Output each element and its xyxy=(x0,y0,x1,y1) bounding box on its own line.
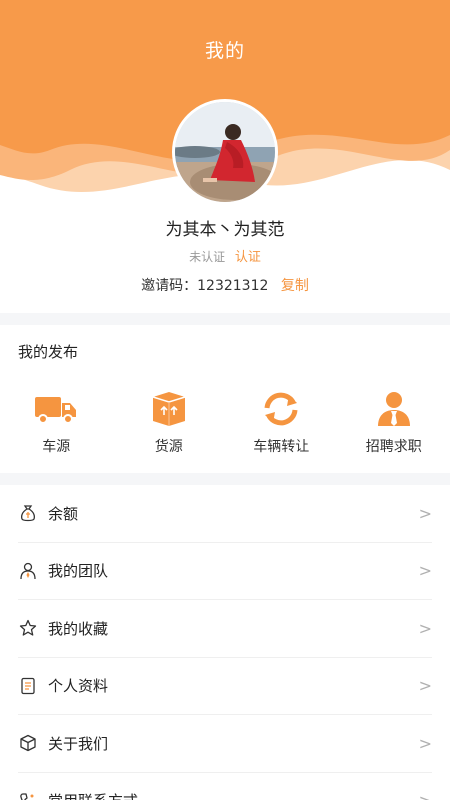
post-item-label: 车源 xyxy=(42,439,71,455)
menu-item-label: 关于我们 xyxy=(48,734,109,753)
transfer-arrows-icon xyxy=(264,392,298,426)
username: 为其本丶为其范 xyxy=(165,220,285,240)
chevron-right-icon: > xyxy=(419,791,432,800)
invite-code-row: 邀请码：12321312 复制 xyxy=(0,275,450,295)
post-item-label: 招聘求职 xyxy=(365,439,422,455)
menu-item-favorites[interactable]: 我的收藏 > xyxy=(18,600,432,658)
avatar[interactable] xyxy=(172,99,278,205)
box-icon xyxy=(18,733,38,753)
menu-item-label: 常用联系方式 xyxy=(48,790,419,800)
chevron-right-icon: > xyxy=(418,503,432,523)
menu-item-about-us[interactable]: 关于我们 > xyxy=(18,715,432,773)
avatar-photo xyxy=(175,102,275,202)
menu-item-label: 余额 xyxy=(48,504,79,523)
chevron-right-icon: > xyxy=(418,676,432,696)
menu-list: 余额 > 我的团队 > 我的收藏 > 个人资料 > 关于我们 > 常用联系方式 … xyxy=(0,485,450,800)
copy-invite-code-button[interactable]: 复制 xyxy=(281,278,309,294)
profile-card: 为其本丶为其范 未认证 认证 邀请码：12321312 复制 xyxy=(0,200,450,313)
phone-icon xyxy=(18,791,38,800)
menu-item-label: 我的团队 xyxy=(48,562,109,581)
menu-item-profile-info[interactable]: 个人资料 > xyxy=(18,658,432,715)
cargo-box-icon xyxy=(152,392,185,426)
money-bag-icon xyxy=(18,503,38,523)
verify-link[interactable]: 认证 xyxy=(235,250,261,265)
chevron-right-icon: > xyxy=(418,733,432,753)
truck-icon xyxy=(35,397,77,424)
my-posts-title: 我的发布 xyxy=(18,343,79,361)
verify-row: 未认证 认证 xyxy=(0,246,450,265)
menu-item-label: 我的收藏 xyxy=(48,619,109,638)
menu-item-contacts[interactable]: 常用联系方式 > xyxy=(18,773,432,800)
recruit-person-icon xyxy=(377,392,410,426)
star-icon xyxy=(18,618,38,638)
my-posts-section: 我的发布 车源 货源 车辆转让 招聘求职 xyxy=(0,325,450,473)
menu-item-my-team[interactable]: 我的团队 > xyxy=(18,543,432,600)
chevron-right-icon: > xyxy=(418,618,432,638)
invite-code-label: 邀请码： xyxy=(141,278,198,294)
verification-status: 未认证 xyxy=(189,250,226,264)
post-item-label: 车辆转让 xyxy=(253,439,310,455)
menu-item-label: 个人资料 xyxy=(48,677,109,696)
post-item-cargo-source[interactable]: 货源 xyxy=(113,391,226,456)
menu-item-balance[interactable]: 余额 > xyxy=(18,485,432,543)
post-item-recruitment[interactable]: 招聘求职 xyxy=(338,391,450,456)
invite-code-value: 12321312 xyxy=(197,278,269,294)
chevron-right-icon: > xyxy=(418,561,432,581)
page-title: 我的 xyxy=(204,40,245,62)
post-item-vehicle-source[interactable]: 车源 xyxy=(0,391,113,456)
profile-doc-icon xyxy=(18,676,38,696)
my-posts-grid: 车源 货源 车辆转让 招聘求职 xyxy=(0,391,450,456)
post-item-label: 货源 xyxy=(154,439,183,455)
post-item-vehicle-transfer[interactable]: 车辆转让 xyxy=(225,391,338,456)
team-icon xyxy=(18,561,38,581)
